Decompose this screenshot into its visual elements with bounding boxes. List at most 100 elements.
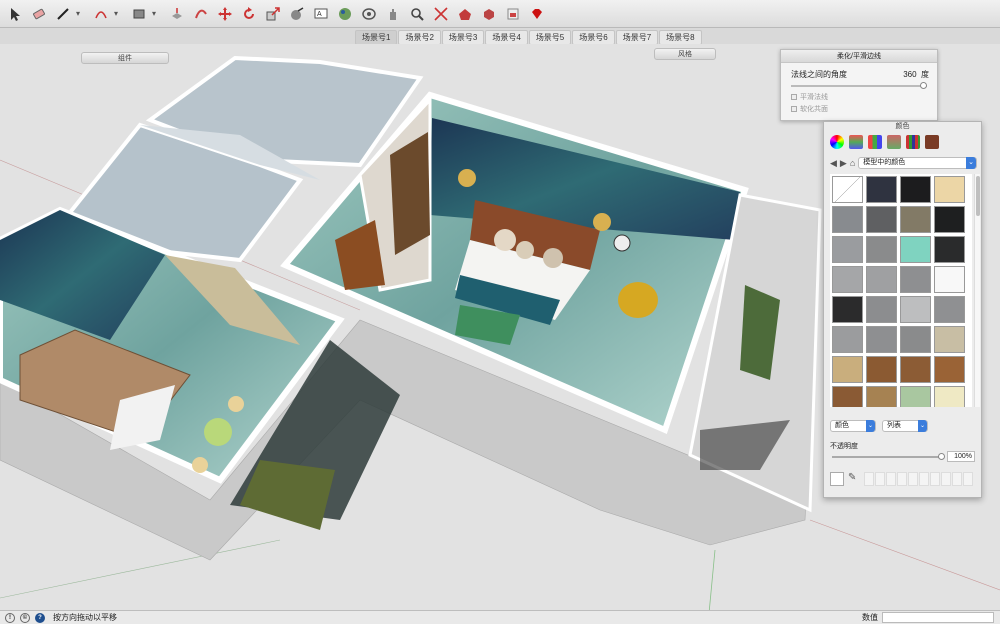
color-swatch[interactable] <box>934 236 965 263</box>
color-sliders-icon[interactable] <box>849 135 863 149</box>
color-swatch[interactable] <box>934 266 965 293</box>
scene-tab-1[interactable]: 场景号1 <box>355 30 398 45</box>
color-palettes-icon[interactable] <box>868 135 882 149</box>
scene-tab-6[interactable]: 场景号6 <box>572 30 615 45</box>
push-pull-icon[interactable] <box>166 3 188 25</box>
move-icon[interactable] <box>214 3 236 25</box>
color-swatch[interactable] <box>832 296 863 323</box>
color-swatch[interactable] <box>934 386 965 407</box>
color-swatch[interactable] <box>866 236 897 263</box>
swatch-scrollbar[interactable] <box>974 174 980 407</box>
pan-hand-icon[interactable] <box>382 3 404 25</box>
color-swatch[interactable] <box>934 356 965 383</box>
eraser-icon[interactable] <box>28 3 50 25</box>
pencil-line-icon[interactable] <box>52 3 74 25</box>
current-color-swatch[interactable] <box>830 472 844 486</box>
text-icon[interactable]: A <box>310 3 332 25</box>
opacity-slider-knob[interactable] <box>938 453 945 460</box>
color-swatch[interactable] <box>832 356 863 383</box>
color-swatch[interactable] <box>866 176 897 203</box>
color-swatch[interactable] <box>832 266 863 293</box>
color-swatch[interactable] <box>832 326 863 353</box>
materials-icon[interactable] <box>925 135 939 149</box>
recent-color-slot[interactable] <box>908 472 918 486</box>
ruby-icon[interactable] <box>526 3 548 25</box>
color-swatch[interactable] <box>832 386 863 407</box>
recent-color-slot[interactable] <box>886 472 896 486</box>
instructor-icon[interactable]: ? <box>35 612 45 623</box>
color-swatch[interactable] <box>866 296 897 323</box>
eyedropper-icon[interactable]: ✎ <box>848 472 860 486</box>
rectangle-icon[interactable] <box>128 3 150 25</box>
soften-coplanar-checkbox[interactable] <box>791 106 797 112</box>
scene-tab-5[interactable]: 场景号5 <box>528 30 572 45</box>
recent-color-slot[interactable] <box>952 472 962 486</box>
color-swatch[interactable] <box>934 206 965 233</box>
recent-color-slot[interactable] <box>941 472 951 486</box>
angle-slider[interactable] <box>791 82 927 89</box>
scene-tab-8[interactable]: 场景号8 <box>659 30 702 45</box>
geo-location-icon[interactable]: ! <box>5 612 15 623</box>
tape-measure-icon[interactable] <box>286 3 308 25</box>
follow-me-icon[interactable] <box>190 3 212 25</box>
color-swatch[interactable] <box>900 356 931 383</box>
chevron-down-icon[interactable]: ▾ <box>152 9 160 18</box>
color-swatch[interactable] <box>900 176 931 203</box>
extension-icon[interactable] <box>478 3 500 25</box>
color-swatch[interactable] <box>900 206 931 233</box>
pencils-icon[interactable] <box>906 135 920 149</box>
styles-tray-title[interactable]: 风格 <box>654 48 716 60</box>
scene-tab-7[interactable]: 场景号7 <box>615 30 659 45</box>
chevron-down-icon[interactable]: ▾ <box>76 9 84 18</box>
color-swatch[interactable] <box>934 326 965 353</box>
scrollbar-thumb[interactable] <box>976 176 980 216</box>
select-arrow-icon[interactable] <box>4 3 26 25</box>
color-swatch[interactable] <box>866 206 897 233</box>
color-swatch[interactable] <box>866 356 897 383</box>
color-swatch[interactable] <box>900 386 931 407</box>
color-swatch[interactable] <box>866 266 897 293</box>
color-swatch[interactable] <box>900 326 931 353</box>
zoom-icon[interactable] <box>406 3 428 25</box>
recent-color-slot[interactable] <box>875 472 885 486</box>
recent-color-slot[interactable] <box>897 472 907 486</box>
color-swatch[interactable] <box>832 206 863 233</box>
warehouse-icon[interactable] <box>454 3 476 25</box>
image-palettes-icon[interactable] <box>887 135 901 149</box>
measurements-input[interactable] <box>882 612 994 623</box>
back-arrow-icon[interactable]: ◀ <box>830 158 837 169</box>
arc-icon[interactable] <box>90 3 112 25</box>
zoom-extents-icon[interactable] <box>430 3 452 25</box>
color-swatch[interactable] <box>832 176 863 203</box>
orbit-icon[interactable] <box>358 3 380 25</box>
color-library-select[interactable]: 模型中的颜色 ⌄ <box>858 157 977 169</box>
color-swatch[interactable] <box>900 236 931 263</box>
rotate-icon[interactable] <box>238 3 260 25</box>
color-swatch[interactable] <box>900 266 931 293</box>
color-swatch[interactable] <box>866 386 897 407</box>
soften-panel-title[interactable]: 柔化/平滑边线 <box>781 50 937 63</box>
scale-icon[interactable] <box>262 3 284 25</box>
opacity-value[interactable]: 100% <box>947 451 975 462</box>
color-swatch[interactable] <box>900 296 931 323</box>
chevron-down-icon[interactable]: ▾ <box>114 9 122 18</box>
components-tray-title[interactable]: 组件 <box>81 52 169 64</box>
color-swatch[interactable] <box>934 296 965 323</box>
opacity-slider[interactable] <box>832 453 945 460</box>
recent-color-slot[interactable] <box>963 472 973 486</box>
layout-icon[interactable] <box>502 3 524 25</box>
color-swatch[interactable] <box>934 176 965 203</box>
angle-slider-knob[interactable] <box>920 82 927 89</box>
color-wheel-icon[interactable] <box>830 135 844 149</box>
color-swatch[interactable] <box>832 236 863 263</box>
scene-tab-2[interactable]: 场景号2 <box>398 30 441 45</box>
recent-color-slot[interactable] <box>864 472 874 486</box>
scene-tab-3[interactable]: 场景号3 <box>441 30 485 45</box>
color-swatch[interactable] <box>866 326 897 353</box>
home-icon[interactable]: ⌂ <box>850 158 855 168</box>
color-mode-select[interactable]: 颜色 ⌄ <box>830 420 876 432</box>
scene-tab-4[interactable]: 场景号4 <box>485 30 528 45</box>
recent-color-slot[interactable] <box>930 472 940 486</box>
paint-bucket-icon[interactable] <box>334 3 356 25</box>
smooth-normals-checkbox[interactable] <box>791 94 797 100</box>
